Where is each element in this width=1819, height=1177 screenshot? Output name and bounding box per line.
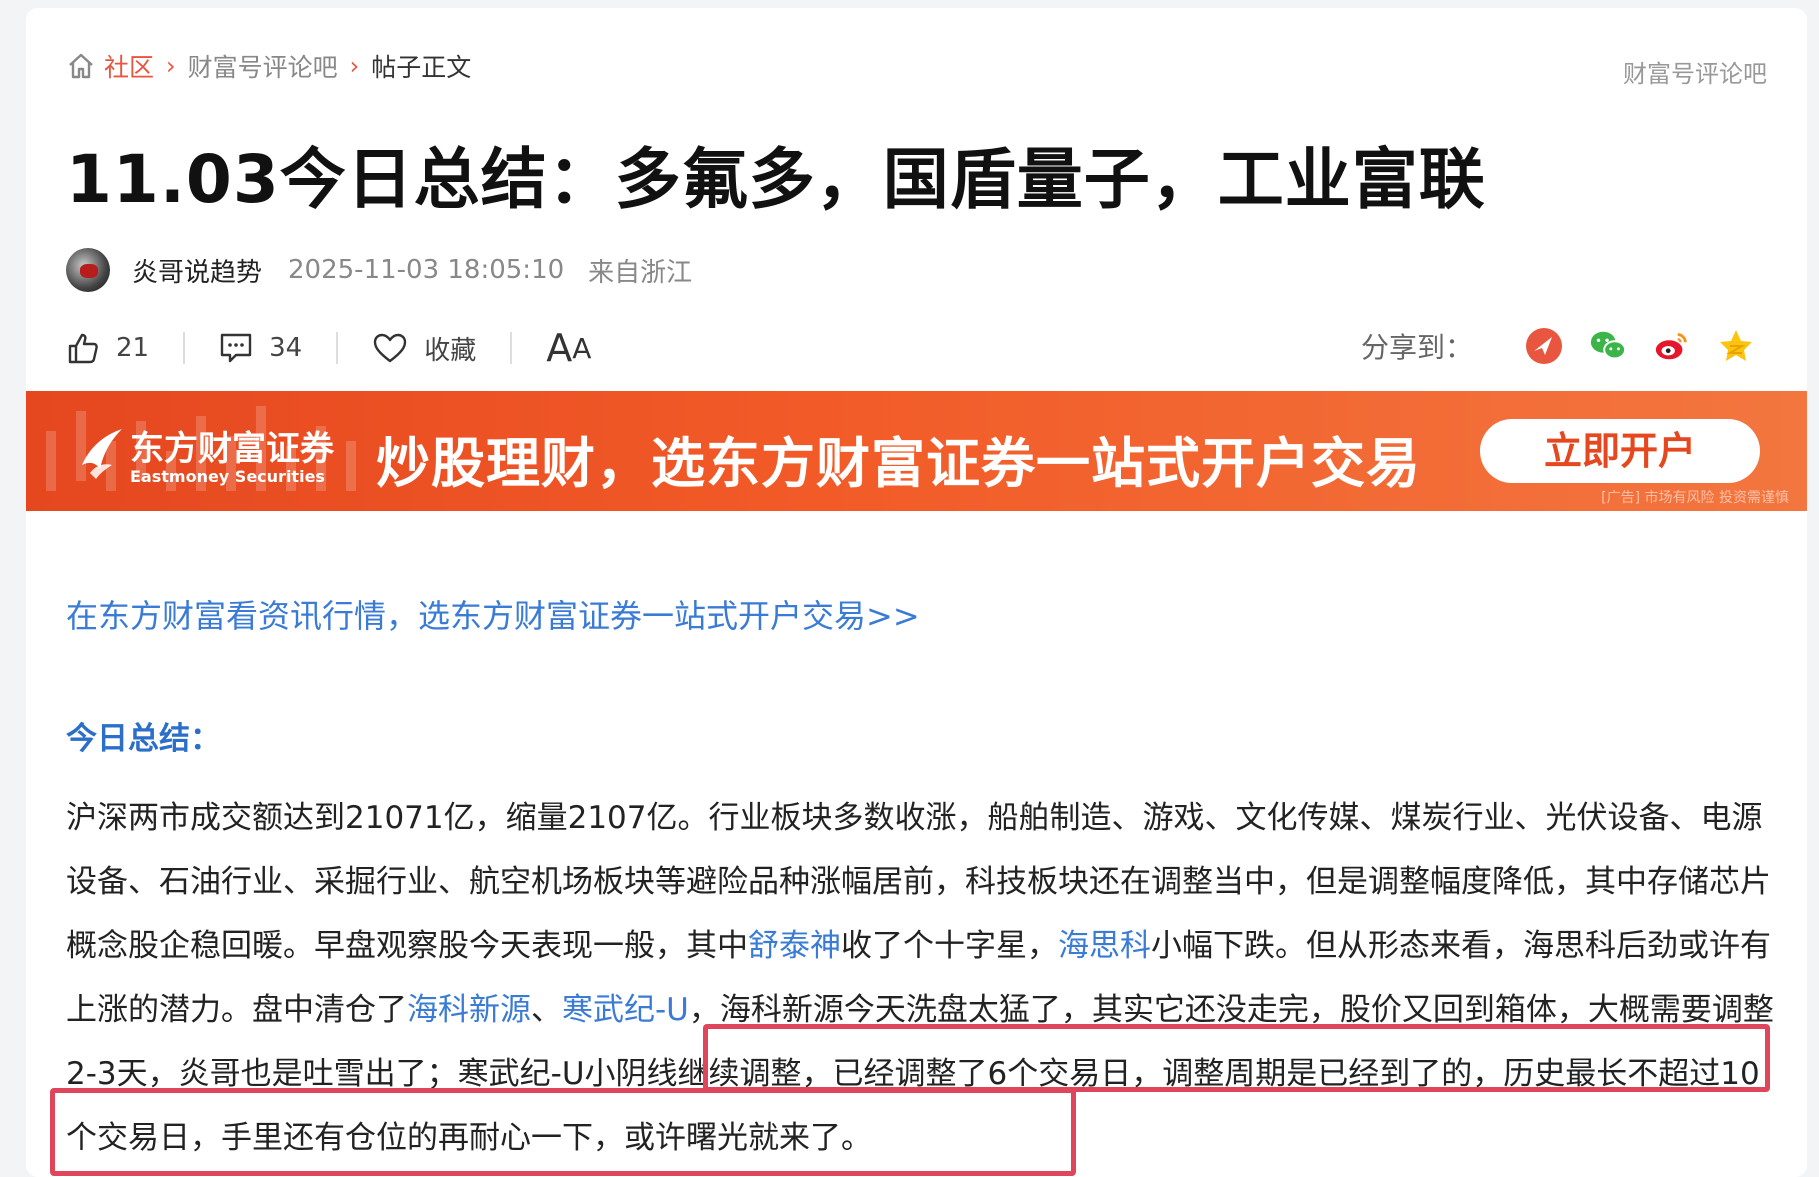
stock-link-hanwuji[interactable]: 寒武纪-U	[562, 992, 689, 1028]
divider	[183, 332, 186, 364]
stock-link-haikexinyuan[interactable]: 海科新源	[407, 992, 531, 1028]
wechat-icon[interactable]	[1589, 327, 1627, 365]
breadcrumb-bar[interactable]: 财富号评论吧	[188, 48, 338, 84]
banner-slogan: 炒股理财，选东方财富证券一站式开户交易	[376, 432, 1421, 495]
weibo-icon[interactable]	[1653, 327, 1691, 365]
qzone-icon[interactable]	[1717, 327, 1755, 365]
bar-link[interactable]: 财富号评论吧	[1623, 54, 1767, 89]
home-icon[interactable]	[66, 51, 96, 81]
font-size-button[interactable]: AA	[546, 326, 591, 370]
open-account-button[interactable]: 立即开户	[1480, 419, 1760, 483]
favorite-label: 收藏	[424, 335, 477, 366]
like-count: 21	[116, 333, 150, 363]
chevron-right-icon: ›	[166, 52, 176, 80]
thumbs-up-icon	[68, 333, 98, 364]
favorite-button[interactable]: 收藏	[372, 330, 476, 367]
stock-link-haisike[interactable]: 海思科	[1058, 928, 1151, 964]
ad-banner[interactable]: 东方财富证券 Eastmoney Securities 炒股理财，选东方财富证券…	[26, 391, 1807, 511]
divider	[336, 332, 339, 364]
author-name[interactable]: 炎哥说趋势	[132, 252, 262, 289]
action-bar: 21 34 收藏 AA	[66, 326, 591, 370]
author-row: 炎哥说趋势 2025-11-03 18:05:10 来自浙江	[66, 248, 692, 292]
heart-icon	[373, 333, 407, 363]
section-title: 今日总结：	[66, 721, 221, 757]
breadcrumb-current: 帖子正文	[371, 53, 472, 82]
body-text-4: 、	[531, 992, 562, 1028]
body-text-2: 收了个十字星，	[841, 928, 1058, 964]
banner-brand-name: 东方财富证券	[130, 429, 334, 469]
font-size-large: A	[546, 326, 573, 370]
post-title: 11.03今日总结：多氟多，国盾量子，工业富联	[66, 141, 1486, 218]
breadcrumb-community[interactable]: 社区	[104, 48, 154, 84]
comment-button[interactable]: 34	[219, 332, 302, 364]
promo-link[interactable]: 在东方财富看资讯行情，选东方财富证券一站式开户交易>>	[66, 591, 920, 637]
post-card: 社区 › 财富号评论吧 › 帖子正文 财富号评论吧 11.03今日总结：多氟多，…	[26, 8, 1807, 1177]
post-location: 来自浙江	[588, 257, 693, 288]
eastmoney-logo-icon	[82, 429, 122, 479]
comment-count: 34	[269, 333, 303, 363]
avatar[interactable]	[66, 248, 110, 292]
share-label: 分享到：	[1360, 331, 1473, 364]
share-bar: 分享到：	[1361, 326, 1755, 366]
post-time: 2025-11-03 18:05:10	[288, 255, 565, 285]
breadcrumb: 社区 › 财富号评论吧 › 帖子正文	[66, 48, 471, 84]
toutiao-icon[interactable]	[1525, 327, 1563, 365]
divider	[510, 332, 513, 364]
font-size-small: A	[572, 331, 592, 365]
comment-icon	[220, 333, 252, 363]
like-button[interactable]: 21	[66, 331, 149, 365]
ad-disclaimer: [广告] 市场有风险 投资需谨慎	[1601, 490, 1789, 506]
highlight-box	[50, 1088, 1076, 1176]
chevron-right-icon: ›	[349, 52, 360, 80]
stock-link-shutaishen[interactable]: 舒泰神	[748, 928, 841, 964]
banner-brand-english: Eastmoney Securities	[130, 467, 325, 486]
highlight-box	[703, 1024, 1770, 1092]
